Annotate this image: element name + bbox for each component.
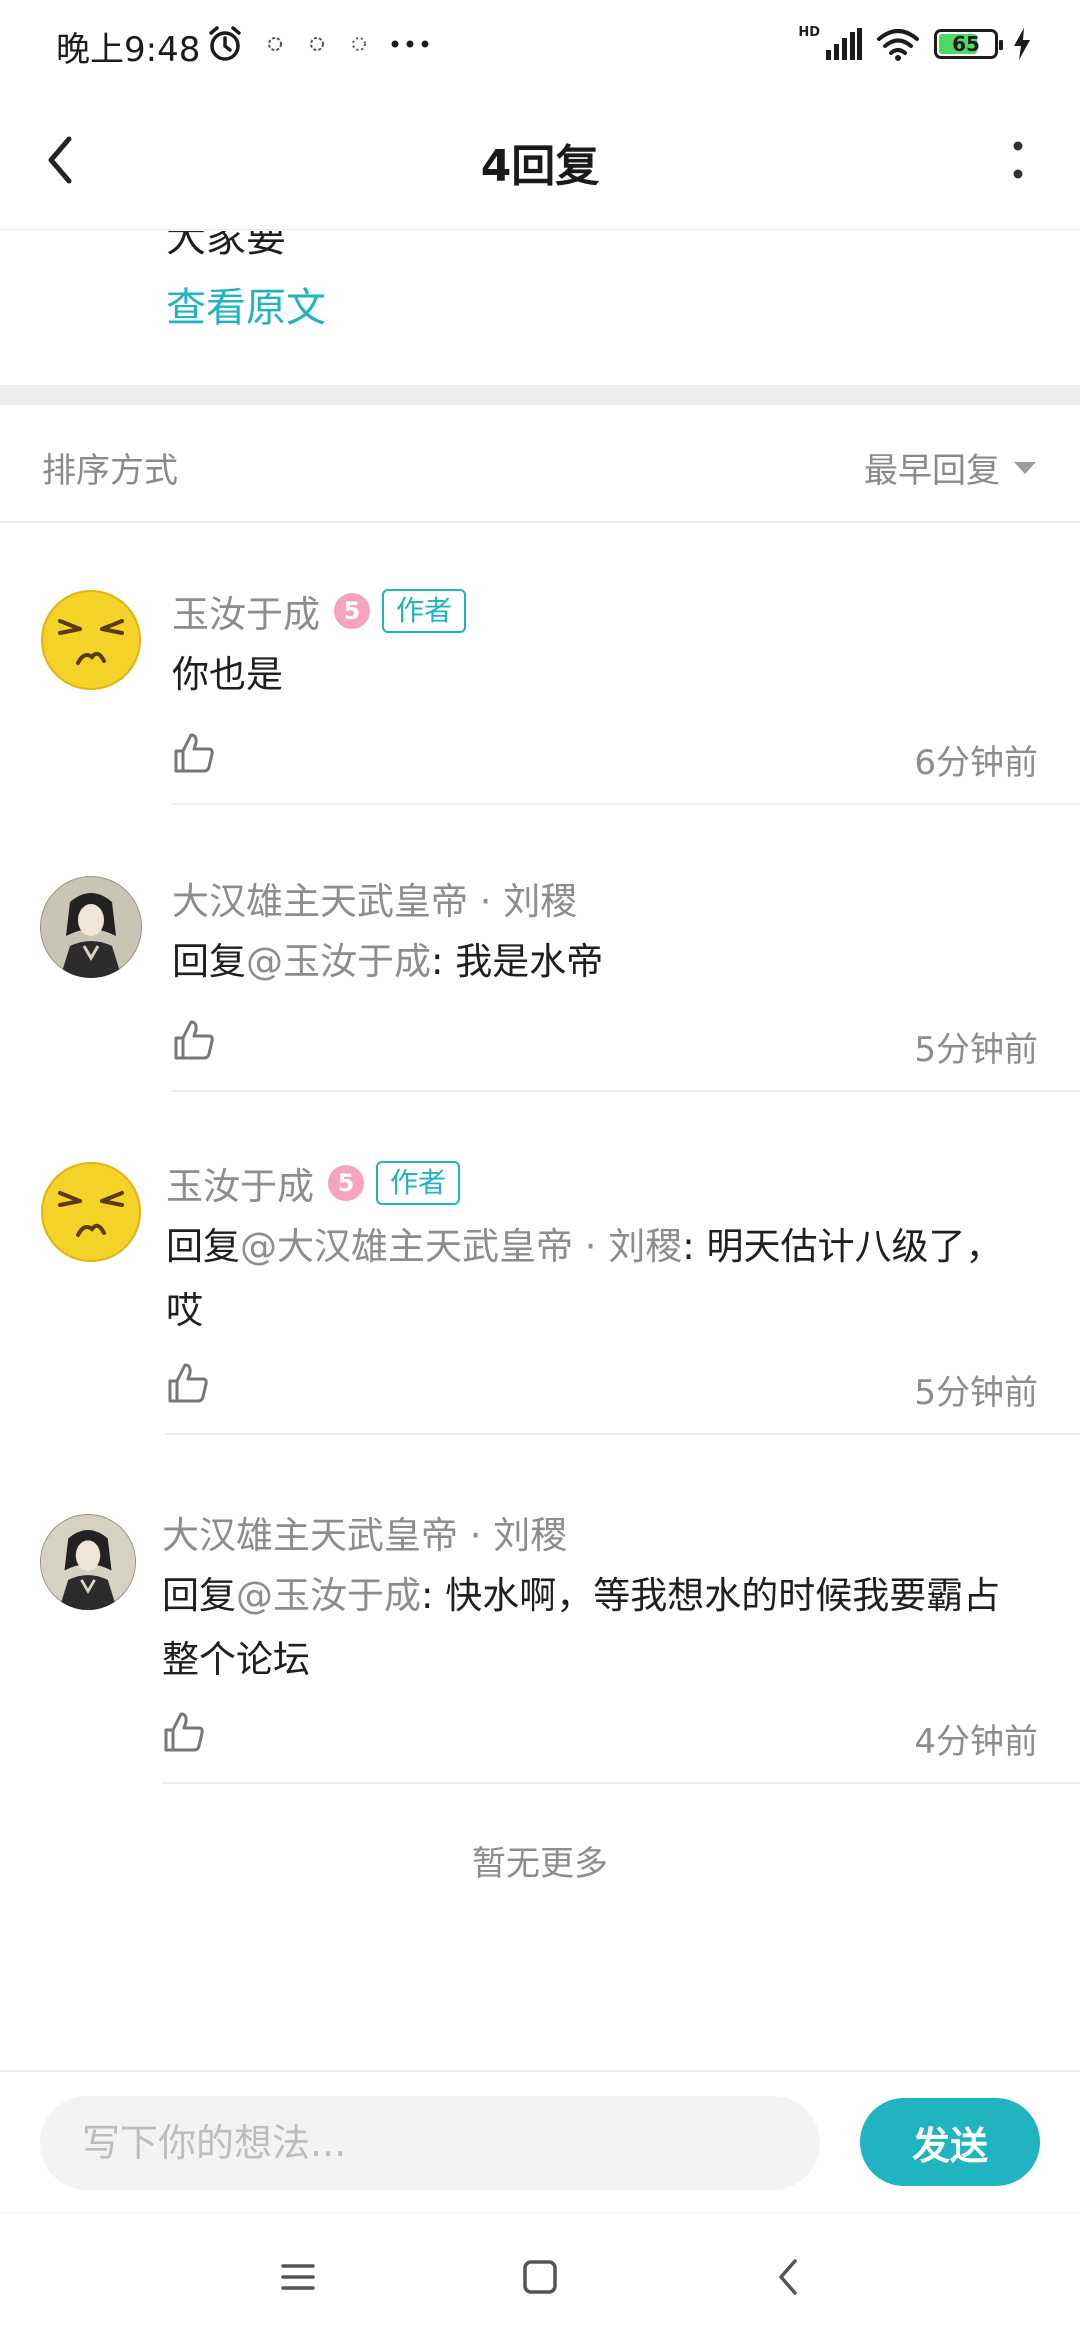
more-options-button[interactable] [986, 128, 1050, 192]
reply-author[interactable]: 玉汝于成 [172, 584, 320, 638]
reply-header: 大汉雄主天武皇帝 · 刘稷 [162, 1506, 1080, 1558]
reply-time: 4分钟前 [914, 1722, 1038, 1762]
reply-body: 大汉雄主天武皇帝 · 刘稷 回复@玉汝于成: 我是水帝 5分钟前 [172, 872, 1080, 1092]
signal-icon [826, 28, 862, 60]
app-notification-icon [310, 37, 324, 51]
alarm-icon [209, 26, 241, 61]
reply-body: 玉汝于成 5 作者 回复@大汉雄主天武皇帝 · 刘稷: 明天估计八级了，哎 5分… [166, 1157, 1080, 1435]
system-back-button[interactable] [758, 2247, 818, 2307]
reply-footer: 4分钟前 [162, 1700, 1080, 1784]
reply-text: 回复@玉汝于成: 快水啊，等我想水的时候我要霸占整个论坛 [162, 1564, 1080, 1692]
sort-order-value: 最早回复 [864, 451, 1000, 491]
reply-prefix: 回复 [162, 1574, 236, 1617]
reply-footer: 6分钟前 [172, 721, 1080, 805]
avatar[interactable] [40, 876, 142, 978]
app-notification-icon [352, 37, 366, 51]
square-icon [523, 2260, 557, 2294]
reply-author[interactable]: 大汉雄主天武皇帝 · 刘稷 [162, 1505, 567, 1559]
mention-link[interactable]: @玉汝于成 [246, 940, 431, 983]
top-navigation-bar: 4回复 [0, 90, 1080, 230]
battery-level: 65 [952, 32, 980, 56]
status-notification-icons [206, 22, 430, 66]
level-badge: 5 [328, 1165, 364, 1201]
view-original-link[interactable]: 查看原文 [166, 275, 326, 333]
mention-link[interactable]: @玉汝于成 [236, 1574, 421, 1617]
reply-footer: 5分钟前 [172, 1008, 1080, 1092]
status-bar: 晚上9:48 HD 65 [0, 0, 1080, 90]
back-chevron-icon [779, 2259, 797, 2295]
dropdown-arrow-icon [1014, 461, 1036, 474]
charging-icon [1014, 28, 1030, 60]
like-icon[interactable] [172, 731, 216, 775]
like-icon[interactable] [162, 1710, 206, 1754]
status-time: 晚上9:48 [56, 30, 201, 70]
send-button[interactable]: 发送 [860, 2098, 1040, 2186]
user-portrait-avatar-icon [40, 1514, 136, 1610]
no-more-label: 暂无更多 [472, 1844, 608, 1884]
system-navigation-bar [0, 2212, 1080, 2340]
reply-time: 5分钟前 [914, 1030, 1038, 1070]
wifi-icon [877, 29, 919, 61]
home-button[interactable] [510, 2247, 570, 2307]
reply-footer: 5分钟前 [166, 1351, 1080, 1435]
reply-text: 回复@大汉雄主天武皇帝 · 刘稷: 明天估计八级了，哎 [166, 1215, 1080, 1343]
reply-time: 5分钟前 [914, 1373, 1038, 1413]
original-post-text: 大家要 [166, 231, 286, 261]
annoyed-emoji-avatar-icon [41, 1162, 141, 1262]
sort-order-dropdown[interactable]: 最早回复 [864, 443, 1036, 492]
vertical-dots-icon [1013, 141, 1023, 179]
level-badge: 5 [334, 593, 370, 629]
sort-label: 排序方式 [42, 451, 178, 491]
reply-content: : 我是水帝 [431, 940, 604, 983]
reply-body: 玉汝于成 5 作者 你也是 6分钟前 [172, 585, 1080, 805]
reply-author[interactable]: 玉汝于成 [166, 1156, 314, 1210]
like-icon[interactable] [172, 1018, 216, 1062]
reply-time: 6分钟前 [914, 743, 1038, 783]
menu-lines-icon [281, 2264, 315, 2290]
avatar[interactable] [40, 589, 142, 691]
recent-apps-button[interactable] [268, 2247, 328, 2307]
page-title: 4回复 [480, 141, 600, 192]
avatar[interactable] [40, 1161, 142, 1263]
hd-label: HD [798, 24, 820, 40]
battery-icon: 65 [934, 29, 1003, 59]
comment-composer: 发送 [0, 2070, 1080, 2210]
reply-author[interactable]: 大汉雄主天武皇帝 · 刘稷 [172, 871, 577, 925]
reply-prefix: 回复 [172, 940, 246, 983]
annoyed-emoji-avatar-icon [41, 590, 141, 690]
reply-header: 大汉雄主天武皇帝 · 刘稷 [172, 872, 1080, 924]
reply-text: 回复@玉汝于成: 我是水帝 [172, 930, 1080, 994]
reply-body: 大汉雄主天武皇帝 · 刘稷 回复@玉汝于成: 快水啊，等我想水的时候我要霸占整个… [162, 1506, 1080, 1784]
comment-input[interactable] [40, 2096, 820, 2190]
author-tag: 作者 [382, 589, 467, 633]
author-tag: 作者 [376, 1161, 461, 1205]
more-notifications-icon [391, 40, 429, 48]
app-notification-icon [268, 37, 282, 51]
reply-header: 玉汝于成 5 作者 [172, 585, 1080, 637]
reply-content: 你也是 [172, 653, 283, 696]
reply-text: 你也是 [172, 643, 1080, 707]
reply-header: 玉汝于成 5 作者 [166, 1157, 1080, 1209]
original-post-preview: 大家要 查看原文 [0, 231, 1080, 385]
avatar[interactable] [40, 1514, 136, 1610]
section-divider [0, 385, 1080, 405]
mention-link[interactable]: @大汉雄主天武皇帝 · 刘稷 [240, 1225, 682, 1268]
status-system-icons: HD 65 [798, 22, 1032, 66]
like-icon[interactable] [166, 1361, 210, 1405]
sort-row: 排序方式 最早回复 [0, 405, 1080, 523]
reply-prefix: 回复 [166, 1225, 240, 1268]
user-portrait-avatar-icon [40, 876, 142, 978]
